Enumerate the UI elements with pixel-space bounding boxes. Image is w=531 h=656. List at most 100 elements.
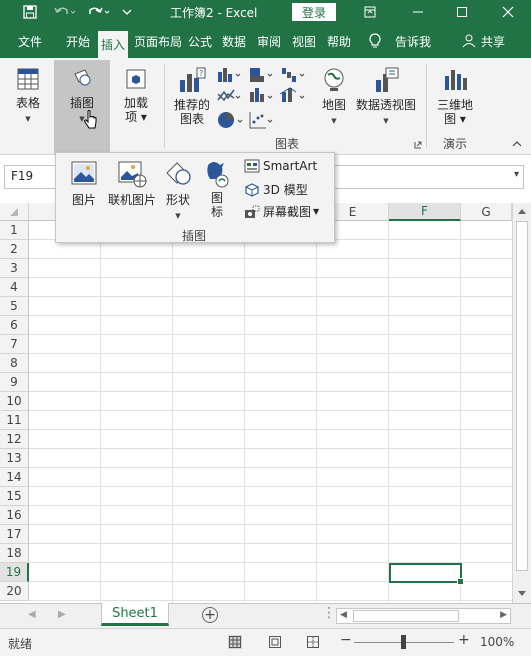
scatter-chart-icon xyxy=(249,112,273,129)
save-icon[interactable] xyxy=(20,2,40,22)
select-all-corner[interactable] xyxy=(0,203,29,221)
picture-icon xyxy=(71,161,97,185)
chevron-down-icon[interactable]: ▾ xyxy=(514,169,519,180)
status-ready: 就绪 xyxy=(8,637,33,651)
row-header[interactable]: 1 xyxy=(0,221,29,240)
scroll-left-icon[interactable]: ◀ xyxy=(340,610,347,620)
zoom-out-icon[interactable]: − xyxy=(340,632,352,648)
3d-models-button[interactable]: 3D 模型 xyxy=(244,181,308,198)
pivot-chart-button[interactable]: 数据透视图 ▼ xyxy=(354,66,418,128)
sheet-prev-icon[interactable]: ◀ xyxy=(28,609,36,620)
pivot-chart-label: 数据透视图 xyxy=(355,98,416,112)
tab-insert[interactable]: 插入 xyxy=(98,31,129,58)
page-layout-view-icon[interactable] xyxy=(268,635,282,649)
zoom-level[interactable]: 100% xyxy=(480,635,514,649)
dialog-launcher-icon[interactable] xyxy=(414,141,422,149)
tab-tell-me[interactable]: 告诉我 xyxy=(395,31,431,51)
normal-view-icon[interactable] xyxy=(228,635,242,649)
row-header[interactable]: 20 xyxy=(0,582,29,601)
vertical-scrollbar[interactable] xyxy=(512,203,531,603)
close-icon[interactable] xyxy=(500,2,516,22)
sheet-tab-splitter[interactable]: ⋮ xyxy=(322,605,336,621)
svg-text:?: ? xyxy=(199,69,203,78)
name-box-value: F19 xyxy=(11,169,34,183)
row-header[interactable]: 2 xyxy=(0,240,29,259)
tab-formulas[interactable]: 公式 xyxy=(188,31,212,51)
picture-label: 图片 xyxy=(71,193,96,207)
row-header[interactable]: 15 xyxy=(0,487,29,506)
row-header[interactable]: 10 xyxy=(0,392,29,411)
row-header[interactable]: 6 xyxy=(0,316,29,335)
row-header[interactable]: 18 xyxy=(0,544,29,563)
sheet-tab-bar: ◀ ▶ Sheet1 + ⋮ ◀ ▶ xyxy=(0,603,531,628)
scroll-right-icon[interactable]: ▶ xyxy=(500,610,507,620)
column-header-f[interactable]: F xyxy=(389,203,461,221)
tab-page-layout[interactable]: 页面布局 xyxy=(134,31,182,51)
icons-icon xyxy=(207,162,229,188)
ribbon-display-options-icon[interactable] xyxy=(362,2,378,22)
column-header-g[interactable]: G xyxy=(461,203,512,221)
3d-models-label: 3D 模型 xyxy=(263,183,308,197)
smartart-button[interactable]: SmartArt xyxy=(244,159,317,173)
tab-data[interactable]: 数据 xyxy=(222,31,246,51)
zoom-slider-thumb[interactable] xyxy=(401,635,406,649)
row-header[interactable]: 3 xyxy=(0,259,29,278)
scroll-down-icon[interactable] xyxy=(517,590,527,598)
tours-group-label: 演示 xyxy=(443,137,468,151)
page-break-view-icon[interactable] xyxy=(306,635,320,649)
scrollbar-thumb[interactable] xyxy=(516,221,528,571)
illustrations-button[interactable]: 插图 ▼ xyxy=(54,60,110,154)
tab-file[interactable]: 文件 xyxy=(18,31,42,51)
3d-map-button[interactable]: 三维地图 ▾ xyxy=(432,66,478,126)
row-header[interactable]: 8 xyxy=(0,354,29,373)
icons-button[interactable]: 图标 xyxy=(202,157,232,219)
lightbulb-icon[interactable] xyxy=(368,31,382,51)
maps-button[interactable]: 地图 ▼ xyxy=(318,66,350,128)
column-chart-icon xyxy=(218,68,241,82)
addins-label: 加载项 ▾ xyxy=(123,96,148,124)
zoom-in-icon[interactable]: + xyxy=(458,632,470,648)
add-sheet-button[interactable]: + xyxy=(202,607,218,623)
login-button[interactable]: 登录 xyxy=(292,3,336,21)
row-header[interactable]: 16 xyxy=(0,506,29,525)
tab-review[interactable]: 审阅 xyxy=(257,31,281,51)
maximize-icon[interactable] xyxy=(454,2,470,22)
sheet-next-icon[interactable]: ▶ xyxy=(58,609,66,620)
row-header[interactable]: 7 xyxy=(0,335,29,354)
screenshot-button[interactable]: 屏幕截图 ▼ xyxy=(244,203,319,220)
online-picture-button[interactable]: 联机图片 xyxy=(106,159,158,207)
shapes-button[interactable]: 形状 ▼ xyxy=(160,159,196,223)
addins-button[interactable]: 加载项 ▾ xyxy=(116,66,156,124)
selected-cell[interactable] xyxy=(389,563,464,585)
row-header[interactable]: 9 xyxy=(0,373,29,392)
row-header[interactable]: 14 xyxy=(0,468,29,487)
picture-button[interactable]: 图片 xyxy=(66,159,102,207)
share-button[interactable]: 共享 xyxy=(462,31,505,51)
scroll-up-icon[interactable] xyxy=(517,207,527,215)
customize-toolbar-icon[interactable] xyxy=(120,2,134,22)
sheet-tab-sheet1[interactable]: Sheet1 xyxy=(101,603,169,626)
cell-area[interactable] xyxy=(29,221,512,603)
table-button[interactable]: 表格 ▼ xyxy=(10,66,46,126)
chevron-down-icon: ▼ xyxy=(313,207,320,216)
row-header[interactable]: 12 xyxy=(0,430,29,449)
row-header[interactable]: 11 xyxy=(0,411,29,430)
row-header-selected[interactable]: 19 xyxy=(0,563,29,582)
recommended-charts-button[interactable]: ? 推荐的 图表 xyxy=(170,66,214,126)
redo-icon[interactable] xyxy=(86,2,112,22)
row-header[interactable]: 4 xyxy=(0,278,29,297)
horizontal-scrollbar[interactable]: ◀ ▶ xyxy=(336,608,511,624)
tab-home[interactable]: 开始 xyxy=(66,31,90,51)
row-header[interactable]: 5 xyxy=(0,297,29,316)
row-header[interactable]: 13 xyxy=(0,449,29,468)
illustrations-group-label: 插图 xyxy=(182,229,207,243)
ribbon: 表格 ▼ 插图 ▼ 加载项 ▾ ? 推荐的 图表 地图 ▼ 数据透视图 ▼ 图表… xyxy=(0,58,531,155)
ribbon-tabs: 文件 开始 插入 页面布局 公式 数据 审阅 视图 帮助 告诉我 共享 xyxy=(0,24,531,58)
collapse-ribbon-icon[interactable] xyxy=(512,140,522,148)
tab-view[interactable]: 视图 xyxy=(292,31,316,51)
horizontal-scrollbar-thumb[interactable] xyxy=(353,610,459,622)
tab-help[interactable]: 帮助 xyxy=(327,31,351,51)
row-header[interactable]: 17 xyxy=(0,525,29,544)
undo-icon[interactable] xyxy=(52,2,78,22)
minimize-icon[interactable] xyxy=(410,2,426,22)
